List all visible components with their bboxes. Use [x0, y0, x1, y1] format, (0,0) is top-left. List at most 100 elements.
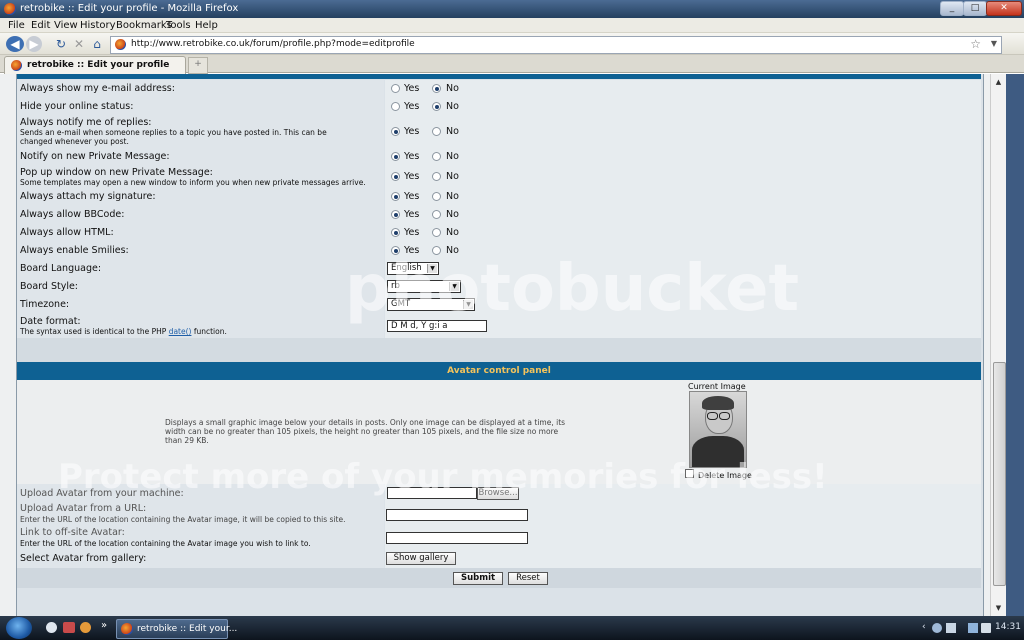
radio-yes[interactable] [391, 246, 400, 255]
tray-icon[interactable] [946, 623, 956, 633]
vertical-scrollbar[interactable]: ▲ ▼ [990, 74, 1006, 616]
tab-strip: retrobike :: Edit your profile + [0, 55, 1024, 74]
radio-no[interactable] [432, 246, 441, 255]
date-format-row: Date format: The syntax used is identica… [17, 314, 981, 339]
current-image-label: Current Image [688, 382, 746, 391]
url-avatar-help: Enter the URL of the location containing… [20, 515, 346, 524]
pref-row-show-email: Always show my e-mail address: Yes No [17, 80, 981, 99]
menu-file[interactable]: File [8, 20, 25, 31]
volume-icon[interactable] [981, 623, 991, 633]
url-avatar-row: Upload Avatar from a URL: Enter the URL … [17, 502, 981, 527]
quicklaunch-icon[interactable] [63, 622, 75, 633]
new-tab-button[interactable]: + [188, 57, 208, 74]
desktop-edge [1006, 74, 1024, 616]
radio-yes[interactable] [391, 172, 400, 181]
menu-help[interactable]: Help [195, 20, 218, 31]
firefox-icon [121, 623, 133, 635]
clock[interactable]: 14:31 [995, 622, 1021, 632]
reset-button[interactable]: Reset [508, 572, 548, 585]
url-bar[interactable]: http://www.retrobike.co.uk/forum/profile… [110, 36, 1002, 54]
radio-yes[interactable] [391, 152, 400, 161]
avatar-panel: Displays a small graphic image below you… [17, 380, 981, 484]
show-gallery-button[interactable]: Show gallery [386, 552, 456, 565]
pref-help-text: Some templates may open a new window to … [20, 178, 366, 187]
taskbar-firefox-item[interactable]: retrobike :: Edit your... [116, 619, 237, 639]
pref-row-popup-pm: Pop up window on new Private Message: So… [17, 166, 981, 189]
home-icon[interactable]: ⌂ [90, 36, 104, 52]
date-format-input[interactable]: D M d, Y g:i a [387, 320, 487, 332]
tab-label: retrobike :: Edit your profile [27, 60, 170, 70]
date-format-help: The syntax used is identical to the PHP … [20, 327, 227, 336]
remote-avatar-help: Enter the URL of the location containing… [20, 539, 311, 548]
tray-chevron-icon[interactable]: ‹ [922, 622, 926, 632]
gallery-row: Select Avatar from gallery: Show gallery [17, 549, 981, 569]
pref-row-enable-smilies: Always enable Smilies: Yes No [17, 242, 981, 261]
start-button[interactable] [6, 617, 32, 639]
avatar-url-input[interactable] [386, 509, 528, 521]
page-content: Always show my e-mail address: Yes No Hi… [0, 74, 990, 616]
scroll-down-icon[interactable]: ▼ [993, 602, 1004, 614]
avatar-panel-header: Avatar control panel [17, 362, 981, 380]
menu-edit[interactable]: Edit [31, 20, 50, 31]
browse-button[interactable]: Browse... [477, 487, 519, 500]
chevron-down-icon: ▼ [463, 300, 473, 309]
board-style-label: Board Style: [20, 281, 79, 292]
bookmark-star-icon[interactable]: ☆ [970, 37, 981, 51]
radio-no[interactable] [432, 102, 441, 111]
radio-no[interactable] [432, 228, 441, 237]
quicklaunch-icon[interactable] [80, 622, 91, 633]
avatar-description: Displays a small graphic image below you… [165, 418, 566, 427]
pref-row-allow-html: Always allow HTML: Yes No [17, 224, 981, 243]
upload-file-input[interactable] [387, 487, 477, 499]
taskbar: » retrobike :: Edit your... ‹ 14:31 [0, 616, 1024, 640]
radio-no[interactable] [432, 172, 441, 181]
radio-yes[interactable] [391, 102, 400, 111]
board-language-select[interactable]: English ▼ [387, 262, 439, 275]
radio-yes[interactable] [391, 84, 400, 93]
close-button[interactable]: ✕ [986, 1, 1022, 16]
window-title-bar: retrobike :: Edit your profile - Mozilla… [0, 0, 1024, 18]
scroll-thumb[interactable] [993, 362, 1006, 586]
network-icon[interactable] [968, 623, 978, 633]
pref-label: Always enable Smilies: [20, 245, 129, 256]
tray-icon[interactable] [932, 623, 942, 633]
stop-icon[interactable]: ✕ [72, 36, 86, 52]
url-dropdown-icon[interactable]: ▼ [991, 39, 997, 48]
menu-history[interactable]: History [80, 20, 116, 31]
php-date-link[interactable]: date() [169, 327, 192, 336]
radio-no[interactable] [432, 210, 441, 219]
radio-no[interactable] [432, 192, 441, 201]
pref-label: Always allow BBCode: [20, 209, 125, 220]
board-style-select[interactable]: rb ▼ [387, 280, 461, 293]
radio-yes[interactable] [391, 127, 400, 136]
radio-no[interactable] [432, 84, 441, 93]
timezone-select[interactable]: GMT ▼ [387, 298, 475, 311]
scroll-up-icon[interactable]: ▲ [993, 76, 1004, 88]
radio-yes[interactable] [391, 228, 400, 237]
remote-avatar-input[interactable] [386, 532, 528, 544]
delete-image-label: Delete Image [698, 471, 752, 480]
radio-yes[interactable] [391, 192, 400, 201]
timezone-row: Timezone: GMT ▼ [17, 296, 981, 315]
pref-label: Always allow HTML: [20, 227, 114, 238]
radio-no[interactable] [432, 127, 441, 136]
maximize-button[interactable]: □ [963, 1, 987, 16]
delete-image-checkbox[interactable] [685, 469, 694, 478]
quicklaunch-icon[interactable] [46, 622, 57, 633]
radio-no[interactable] [432, 152, 441, 161]
tab-edit-profile[interactable]: retrobike :: Edit your profile [4, 56, 186, 74]
radio-yes[interactable] [391, 210, 400, 219]
menu-bookmarks[interactable]: Bookmarks [116, 20, 172, 31]
reload-icon[interactable]: ↻ [54, 36, 68, 52]
forward-icon[interactable]: ▶ [26, 36, 42, 52]
gallery-label: Select Avatar from gallery: [20, 553, 147, 564]
menu-tools[interactable]: Tools [166, 20, 191, 31]
table-top-rule [17, 74, 981, 79]
pref-label: Pop up window on new Private Message: [20, 167, 213, 178]
submit-button[interactable]: Submit [453, 572, 503, 585]
show-hidden-icon[interactable]: » [101, 620, 107, 631]
menu-view[interactable]: View [54, 20, 78, 31]
chevron-down-icon: ▼ [427, 264, 437, 273]
minimize-button[interactable]: _ [940, 1, 964, 16]
back-icon[interactable]: ◀ [6, 36, 24, 52]
